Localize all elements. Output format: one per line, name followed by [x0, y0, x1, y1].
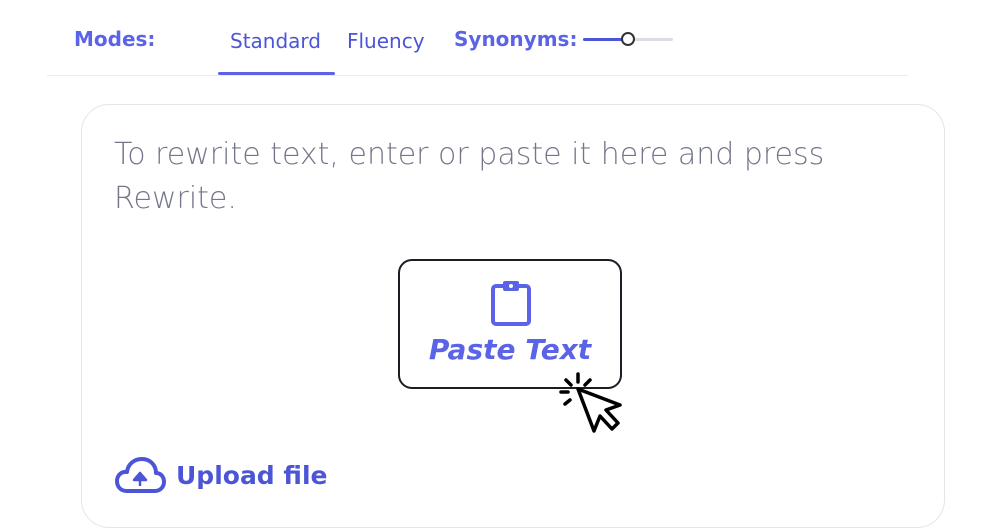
- upload-file-label: Upload file: [176, 460, 328, 490]
- modes-divider: [47, 75, 908, 76]
- tab-fluency[interactable]: Fluency: [347, 29, 425, 53]
- paste-text-button[interactable]: Paste Text: [398, 259, 622, 389]
- synonyms-label: Synonyms:: [454, 27, 578, 51]
- clipboard-icon: [491, 281, 531, 326]
- click-cursor-icon: [559, 372, 622, 433]
- cloud-upload-icon: [115, 457, 166, 493]
- paste-text-label: Paste Text: [428, 333, 592, 366]
- upload-file-button[interactable]: Upload file: [114, 455, 327, 495]
- editor-card[interactable]: To rewrite text, enter or paste it here …: [81, 104, 945, 528]
- modes-label: Modes:: [74, 27, 156, 51]
- slider-thumb[interactable]: [621, 32, 636, 46]
- modes-bar: Modes: Standard Fluency Synonyms:: [0, 0, 987, 76]
- editor-placeholder[interactable]: To rewrite text, enter or paste it here …: [114, 133, 874, 221]
- synonyms-control: Synonyms:: [454, 27, 674, 51]
- synonyms-slider[interactable]: [583, 31, 674, 47]
- tab-standard[interactable]: Standard: [230, 29, 321, 53]
